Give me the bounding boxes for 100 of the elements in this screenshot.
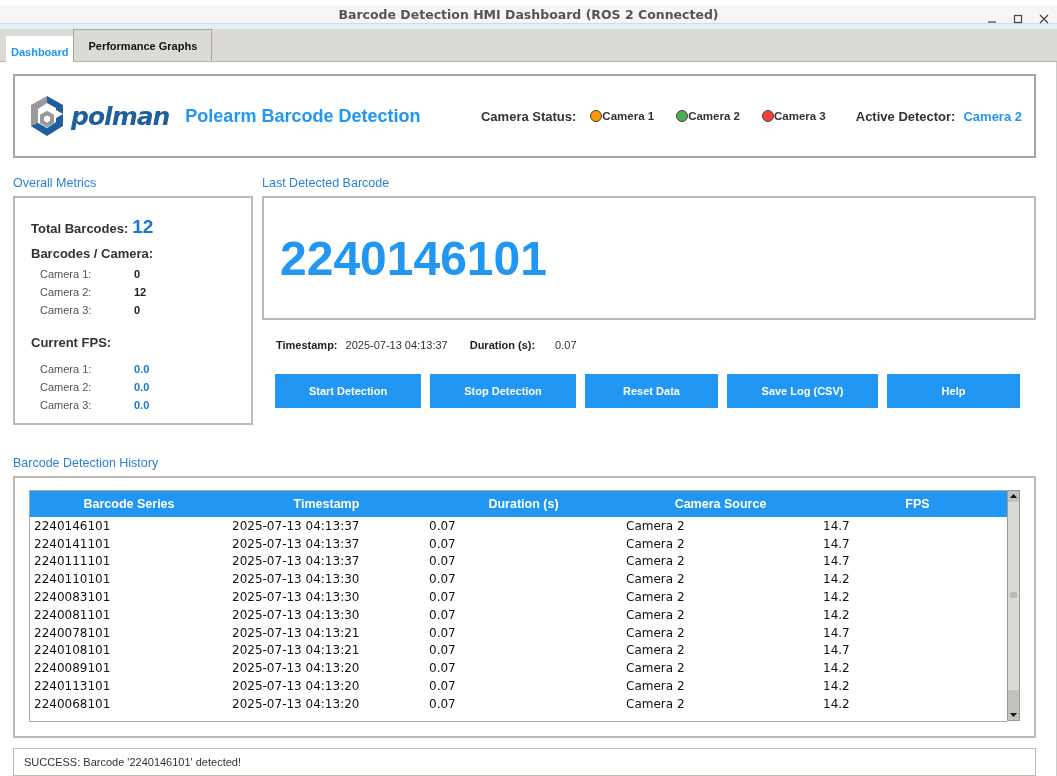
- table-cell-text: Camera 2: [625, 518, 686, 533]
- table-cell-text: 2025-07-13 04:13:37: [231, 518, 361, 533]
- column-header: Timestamp: [292, 497, 361, 511]
- duration-value: 0.07: [555, 339, 577, 351]
- window-title: Barcode Detection HMI Dashboard (ROS 2 Connected): [338, 6, 719, 22]
- tab[interactable]: Performance Graphs: [73, 29, 213, 61]
- table-cell-text: 0.07: [428, 536, 457, 551]
- table-cell-text: 0.07: [428, 607, 457, 622]
- section-title: Last Detected Barcode: [262, 176, 391, 190]
- table-cell-text: 14.7: [822, 554, 851, 569]
- table-cell-text: 2025-07-13 04:13:30: [231, 607, 361, 622]
- table-cell-text: Camera 2: [625, 607, 686, 622]
- table-cell-text: 2240078101: [33, 625, 112, 640]
- metric-label: Camera 3:: [40, 399, 93, 411]
- action-button[interactable]: Save Log (CSV): [727, 374, 878, 408]
- column-header: Duration (s): [487, 497, 560, 511]
- table-cell-text: Camera 2: [625, 661, 686, 676]
- metric-value: 0.0: [134, 399, 150, 411]
- table-cell-text: Camera 2: [625, 590, 686, 605]
- table-cell-text: 2025-07-13 04:13:30: [231, 572, 361, 587]
- column-header: FPS: [904, 497, 931, 511]
- table-cell-text: 14.2: [822, 696, 851, 711]
- table-cell-text: 2240110101: [33, 572, 112, 587]
- table-cell-text: 0.07: [428, 554, 457, 569]
- metric-value: 0.0: [134, 381, 150, 393]
- table-cell-text: 0.07: [428, 518, 457, 533]
- table-cell-text: 14.2: [822, 679, 851, 694]
- metric-value: 0.0: [134, 363, 150, 375]
- table-cell-text: 2240146101: [33, 518, 112, 533]
- table-cell-text: 2025-07-13 04:13:21: [231, 643, 361, 658]
- barcode-value: 2240146101: [280, 230, 547, 286]
- table-cell-text: Camera 2: [625, 625, 686, 640]
- table-cell-text: Camera 2: [625, 643, 686, 658]
- table-cell-text: 14.7: [822, 625, 851, 640]
- table-cell-text: 2025-07-13 04:13:21: [231, 625, 361, 640]
- metric-label: Camera 3:: [40, 304, 93, 316]
- column-header: Camera Source: [673, 497, 768, 511]
- active-detector-label: Active Detector:: [855, 108, 956, 124]
- metric-value: 0: [134, 304, 141, 316]
- table-cell-text: 0.07: [428, 590, 457, 605]
- table-cell-text: 2240083101: [33, 590, 112, 605]
- metric-label: Camera 2:: [40, 286, 93, 298]
- metric-value: 0: [134, 268, 141, 280]
- table-cell-text: 14.2: [822, 572, 851, 587]
- table-cell-text: 2025-07-13 04:13:20: [231, 661, 361, 676]
- camera-status-label: Camera Status:: [481, 108, 577, 124]
- app-title: Polearm Barcode Detection: [185, 105, 422, 127]
- metric-value: 12: [132, 216, 154, 237]
- action-button[interactable]: Stop Detection: [430, 374, 576, 408]
- table-cell-text: 2240108101: [33, 643, 112, 658]
- table-cell-text: 0.07: [428, 696, 457, 711]
- metric-label: Total Barcodes:: [31, 221, 129, 236]
- table-cell-text: 0.07: [428, 679, 457, 694]
- action-button[interactable]: Help: [887, 374, 1020, 408]
- table-cell-text: 0.07: [428, 661, 457, 676]
- table-cell-text: 2025-07-13 04:13:20: [231, 679, 361, 694]
- logo-text: polman: [71, 101, 170, 131]
- table-cell-text: 2025-07-13 04:13:37: [231, 554, 361, 569]
- timestamp-value: 2025-07-13 04:13:37: [345, 339, 448, 351]
- table-cell-text: 14.7: [822, 643, 851, 658]
- table-cell-text: 0.07: [428, 643, 457, 658]
- column-header: Barcode Series: [82, 497, 176, 511]
- table-cell-text: 14.7: [822, 518, 851, 533]
- table-cell-text: 2025-07-13 04:13:30: [231, 590, 361, 605]
- section-title: Overall Metrics: [13, 176, 98, 190]
- action-button[interactable]: Reset Data: [585, 374, 718, 408]
- status-message: SUCCESS: Barcode '2240146101' detected!: [13, 748, 1036, 776]
- metric-label: Camera 1:: [40, 268, 93, 280]
- table-cell-text: 14.2: [822, 590, 851, 605]
- table-cell-text: 14.2: [822, 661, 851, 676]
- table-cell-text: 14.7: [822, 536, 851, 551]
- table-cell-text: Camera 2: [625, 696, 686, 711]
- table-cell-text: 2240068101: [33, 696, 112, 711]
- table-cell-text: 2025-07-13 04:13:20: [231, 696, 361, 711]
- duration-label: Duration (s):: [469, 339, 536, 351]
- metric-label: Barcodes / Camera:: [31, 246, 154, 261]
- section-title: Barcode Detection History: [13, 456, 160, 470]
- action-button[interactable]: Start Detection: [275, 374, 421, 408]
- camera-name: Camera 2: [688, 110, 740, 122]
- tab[interactable]: Dashboard: [6, 36, 74, 62]
- table-cell-text: Camera 2: [625, 679, 686, 694]
- table-cell-text: 2240081101: [33, 607, 112, 622]
- metric-value: 12: [134, 286, 147, 298]
- camera-name: Camera 3: [773, 110, 826, 122]
- table-cell-text: 2240111101: [33, 554, 112, 569]
- metric-label: Camera 1:: [40, 363, 93, 375]
- metric-label: Camera 2:: [40, 381, 93, 393]
- table-cell-text: 0.07: [428, 572, 457, 587]
- active-detector-value: Camera 2: [963, 108, 1022, 124]
- table-cell-text: Camera 2: [625, 572, 686, 587]
- table-cell-text: 2025-07-13 04:13:37: [231, 536, 361, 551]
- table-cell-text: Camera 2: [625, 536, 686, 551]
- table-cell-text: 2240113101: [33, 679, 112, 694]
- table-cell-text: 14.2: [822, 607, 851, 622]
- table-cell-text: 0.07: [428, 625, 457, 640]
- table-cell-text: 2240141101: [33, 536, 112, 551]
- timestamp-label: Timestamp:: [276, 339, 338, 351]
- table-cell-text: Camera 2: [625, 554, 686, 569]
- table-cell-text: 2240089101: [33, 661, 112, 676]
- metric-label: Current FPS:: [31, 335, 112, 350]
